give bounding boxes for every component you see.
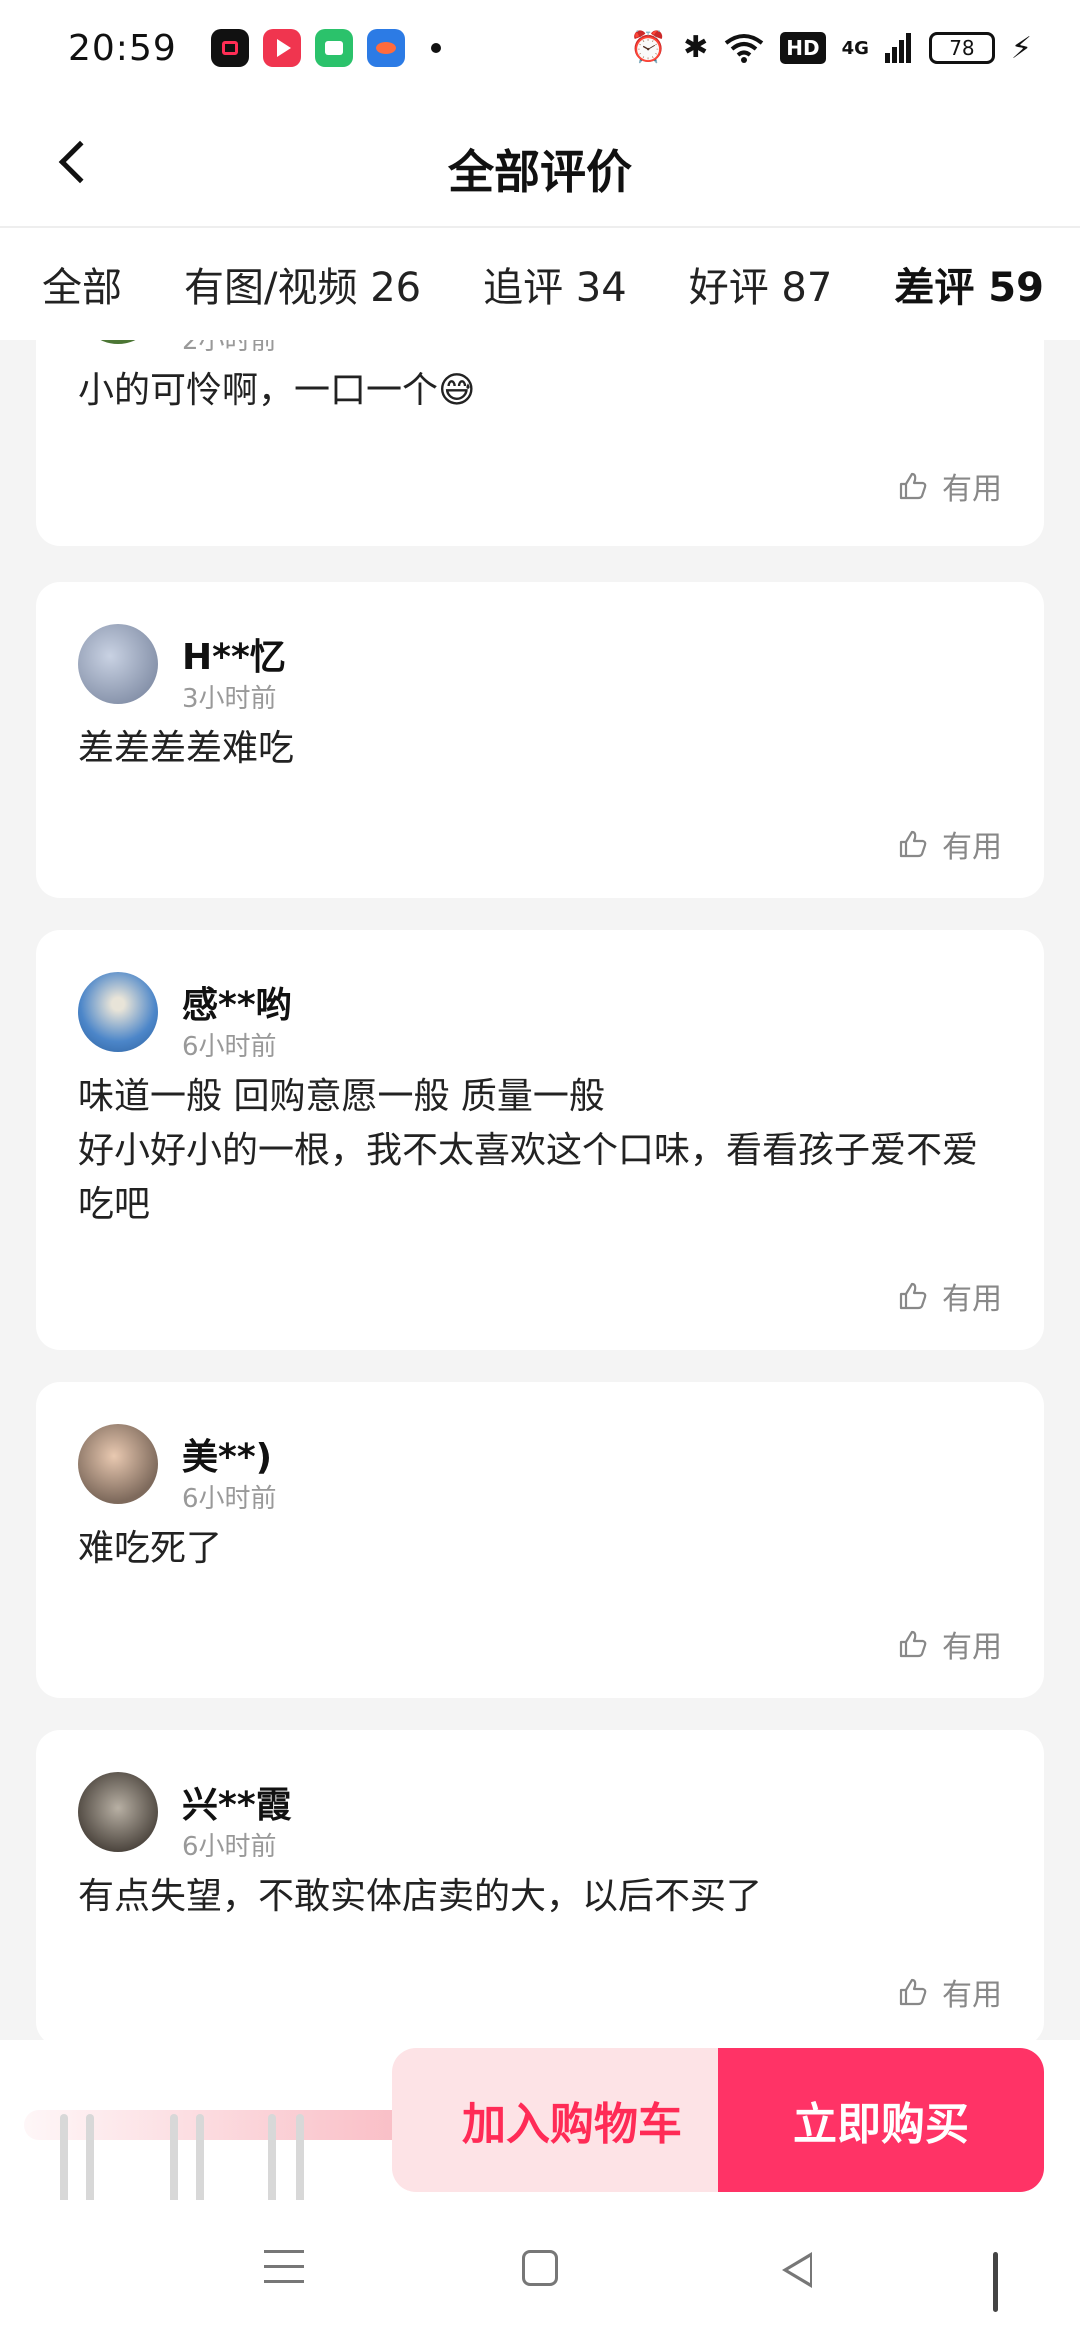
review-card: 美**) 6小时前 难吃死了 有用	[36, 1382, 1044, 1698]
helpful-button[interactable]: 有用	[898, 822, 1002, 866]
thumbs-up-icon	[898, 1281, 928, 1311]
reviewer-name: 感**哟	[182, 985, 292, 1026]
system-navigation-bar	[0, 2200, 1080, 2340]
helpful-button[interactable]: 有用	[898, 1274, 1002, 1318]
review-time: 3小时前	[182, 684, 277, 714]
browser-app-icon	[366, 29, 405, 67]
status-bar: 20:59 ⏰ ✱ HD 4G 78 ⚡	[0, 0, 1080, 96]
hd-badge: HD	[780, 32, 826, 64]
helpful-label: 有用	[942, 472, 1002, 507]
recent-apps-icon[interactable]	[264, 2250, 304, 2286]
thumbs-up-icon	[898, 829, 928, 859]
page-title: 全部评价	[448, 145, 632, 199]
tab-negative[interactable]: 差评 59	[894, 255, 1044, 313]
reviewer-name: 美**)	[182, 1437, 273, 1478]
review-list[interactable]: 2小时前 小的可怜啊，一口一个😅 有用 H**忆 3小时前 差差差差难吃 有用 …	[0, 340, 1080, 2040]
helpful-label: 有用	[942, 1630, 1002, 1665]
avatar[interactable]	[78, 972, 158, 1052]
review-text: 有点失望，不敢实体店卖的大，以后不买了	[78, 1876, 763, 1917]
review-card: 感**哟 6小时前 味道一般 回购意愿一般 质量一般 好小好小的一根，我不太喜欢…	[36, 930, 1044, 1350]
review-card: 兴**霞 6小时前 有点失望，不敢实体店卖的大，以后不买了 有用	[36, 1730, 1044, 2040]
page-header: 全部评价	[0, 96, 1080, 228]
cart-icon[interactable]	[266, 2114, 314, 2204]
battery-indicator: 78	[928, 32, 995, 64]
avatar[interactable]	[78, 340, 158, 344]
side-handle[interactable]	[993, 2252, 998, 2312]
helpful-button[interactable]: 有用	[898, 1622, 1002, 1666]
home-icon[interactable]	[522, 2250, 558, 2286]
network-type-label: 4G	[841, 37, 869, 59]
wifi-icon	[725, 34, 764, 63]
tab-with-media[interactable]: 有图/视频 26	[184, 255, 421, 313]
helpful-label: 有用	[942, 830, 1002, 865]
video-app-icon	[262, 29, 301, 67]
helpful-button[interactable]: 有用	[898, 464, 1002, 508]
review-time: 6小时前	[182, 1484, 277, 1514]
customer-service-icon[interactable]	[166, 2114, 214, 2204]
helpful-button[interactable]: 有用	[898, 1970, 1002, 2014]
alarm-icon: ⏰	[629, 30, 668, 65]
status-time: 20:59	[68, 27, 177, 69]
avatar[interactable]	[78, 1772, 158, 1852]
buy-now-button[interactable]: 立即购买	[718, 2048, 1044, 2192]
review-text: 差差差差难吃	[78, 728, 295, 769]
back-triangle-icon[interactable]	[782, 2252, 812, 2288]
review-text: 味道一般 回购意愿一般 质量一般 好小好小的一根，我不太喜欢这个口味，看看孩子爱…	[78, 1076, 979, 1225]
review-filter-tabs: 全部 有图/视频 26 追评 34 好评 87 差评 59	[0, 228, 1080, 340]
shopping-app-icon	[314, 29, 353, 67]
tab-positive[interactable]: 好评 87	[689, 255, 833, 313]
tab-follow-up[interactable]: 追评 34	[483, 255, 627, 313]
review-card: 2小时前 小的可怜啊，一口一个😅 有用	[36, 340, 1044, 546]
review-time: 2小时前	[182, 340, 277, 356]
avatar[interactable]	[78, 624, 158, 704]
add-to-cart-button[interactable]: 加入购物车	[392, 2048, 732, 2192]
review-text: 小的可怜啊，一口一个😅	[78, 370, 476, 411]
reviewer-name: H**忆	[182, 637, 286, 678]
review-time: 6小时前	[182, 1032, 277, 1062]
status-indicators: ⏰ ✱ HD 4G 78 ⚡	[630, 31, 1032, 66]
thumbs-up-icon	[898, 1629, 928, 1659]
purchase-action-bar: 加入购物车 立即购买	[0, 2040, 1080, 2204]
review-time: 6小时前	[182, 1832, 277, 1862]
charging-icon: ⚡	[1010, 30, 1032, 66]
avatar[interactable]	[78, 1424, 158, 1504]
battery-level: 78	[949, 36, 975, 60]
thumbs-up-icon	[898, 471, 928, 501]
screen-recorder-app-icon	[210, 29, 249, 67]
signal-icon	[884, 33, 911, 63]
reviewer-name: 兴**霞	[182, 1785, 292, 1826]
status-app-icons	[210, 29, 441, 67]
store-icon[interactable]	[60, 2114, 108, 2204]
helpful-label: 有用	[942, 1978, 1002, 2013]
bluetooth-icon: ✱	[683, 30, 709, 65]
review-text: 难吃死了	[78, 1528, 223, 1569]
helpful-label: 有用	[942, 1282, 1002, 1317]
thumbs-up-icon	[898, 1977, 928, 2007]
review-card: H**忆 3小时前 差差差差难吃 有用	[36, 582, 1044, 898]
tab-all[interactable]: 全部	[42, 255, 122, 313]
notification-dot-icon	[430, 43, 441, 53]
